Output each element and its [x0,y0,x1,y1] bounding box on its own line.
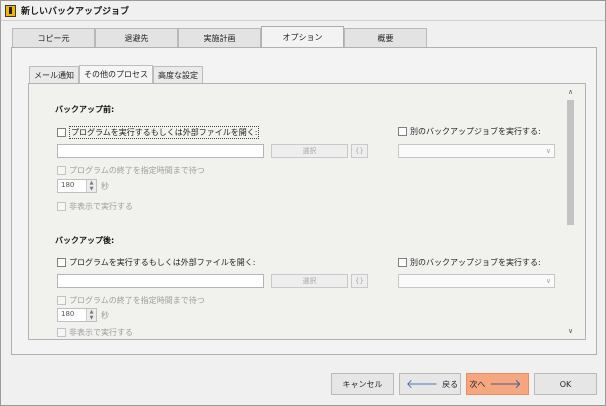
scroll-thumb[interactable] [567,100,574,225]
before-wait-checkbox[interactable]: プログラムの終了を指定時間まで待つ [57,165,205,176]
tab-source[interactable]: コピー元 [12,28,95,48]
main-tabs: コピー元 退避先 実施計画 オプション 概要 [12,26,427,48]
checkbox-box[interactable] [57,258,66,267]
tab-destination[interactable]: 退避先 [95,28,178,48]
checkbox-label: 別のバックアップジョブを実行する: [410,127,541,136]
checkbox-box[interactable] [57,202,66,211]
before-run-program-checkbox[interactable]: プログラムを実行するもしくは外部ファイルを開く: [57,126,260,139]
arrow-right-icon: 🡒 [489,377,522,391]
back-button-label: 戻る [442,379,459,389]
checkbox-box[interactable] [398,127,407,136]
after-browse-button[interactable]: 選択 [271,274,348,288]
title-bar: 新しいバックアップジョブ [1,1,605,21]
scroll-up-icon[interactable]: ∧ [563,87,578,97]
before-run-other-job-checkbox[interactable]: 別のバックアップジョブを実行する: [398,126,541,137]
back-button[interactable]: 🡐 戻る [399,373,461,395]
checkbox-label: 非表示で実行する [69,202,133,211]
stepper-value: 180 [61,181,75,189]
after-run-other-job-checkbox[interactable]: 別のバックアップジョブを実行する: [398,257,541,268]
after-wait-seconds-stepper[interactable]: 180 ▲ ▼ [57,308,97,322]
cancel-button[interactable]: キャンセル [331,373,394,395]
next-button-label: 次へ [469,379,486,389]
before-hidden-checkbox[interactable]: 非表示で実行する [57,201,133,212]
subtab-email-notification[interactable]: メール通知 [29,66,79,83]
vertical-scrollbar[interactable]: ∧ ∨ [563,87,578,336]
tab-options[interactable]: オプション [261,26,344,47]
chevron-down-icon: ∨ [545,277,551,285]
before-program-path-input[interactable] [57,144,264,158]
before-wait-seconds-stepper[interactable]: 180 ▲ ▼ [57,179,97,193]
tab-summary[interactable]: 概要 [344,28,427,48]
checkbox-label: 別のバックアップジョブを実行する: [410,258,541,267]
other-processes-panel: バックアップ前: プログラムを実行するもしくは外部ファイルを開く: 別のバックア… [28,83,586,340]
after-variables-button[interactable]: {} [351,274,368,288]
after-program-path-input[interactable] [57,274,264,288]
stepper-buttons[interactable]: ▲ ▼ [86,180,96,192]
scroll-down-icon[interactable]: ∨ [563,326,578,336]
stepper-buttons[interactable]: ▲ ▼ [86,309,96,321]
checkbox-box[interactable] [57,166,66,175]
checkbox-label: プログラムの終了を指定時間まで待つ [69,166,205,175]
before-wait-unit: 秒 [101,182,109,191]
sub-tabs: メール通知 その他のプロセス 高度な設定 [29,65,203,83]
app-icon [5,4,16,17]
subtab-other-processes[interactable]: その他のプロセス [79,65,153,83]
after-wait-unit: 秒 [101,311,109,320]
after-wait-checkbox[interactable]: プログラムの終了を指定時間まで待つ [57,295,205,306]
before-backup-title: バックアップ前: [55,105,115,114]
checkbox-label: プログラムを実行するもしくは外部ファイルを開く: [69,258,256,267]
stepper-value: 180 [61,310,75,318]
checkbox-label: 非表示で実行する [69,328,133,337]
chevron-down-icon: ∨ [545,147,551,155]
next-button[interactable]: 次へ 🡒 [466,373,529,395]
after-run-program-checkbox[interactable]: プログラムを実行するもしくは外部ファイルを開く: [57,257,255,268]
checkbox-box[interactable] [57,328,66,337]
after-job-select[interactable]: ∨ [398,274,555,288]
dialog-window: 新しいバックアップジョブ コピー元 退避先 実施計画 オプション 概要 メール通… [0,0,606,406]
after-hidden-checkbox[interactable]: 非表示で実行する [57,327,133,338]
before-job-select[interactable]: ∨ [398,144,555,158]
ok-button[interactable]: OK [534,373,597,395]
stepper-down-icon[interactable]: ▼ [87,315,96,321]
stepper-down-icon[interactable]: ▼ [87,186,96,192]
after-backup-title: バックアップ後: [55,236,115,245]
checkbox-box[interactable] [398,258,407,267]
window-title: 新しいバックアップジョブ [21,7,130,17]
checkbox-box[interactable] [57,128,66,137]
tab-schedule[interactable]: 実施計画 [178,28,261,48]
before-browse-button[interactable]: 選択 [271,144,348,158]
checkbox-box[interactable] [57,296,66,305]
checkbox-label: プログラムを実行するもしくは外部ファイルを開く: [69,126,260,139]
checkbox-label: プログラムの終了を指定時間まで待つ [69,296,205,305]
subtab-advanced-settings[interactable]: 高度な設定 [153,66,203,83]
arrow-left-icon: 🡐 [405,377,439,391]
before-variables-button[interactable]: {} [351,144,368,158]
